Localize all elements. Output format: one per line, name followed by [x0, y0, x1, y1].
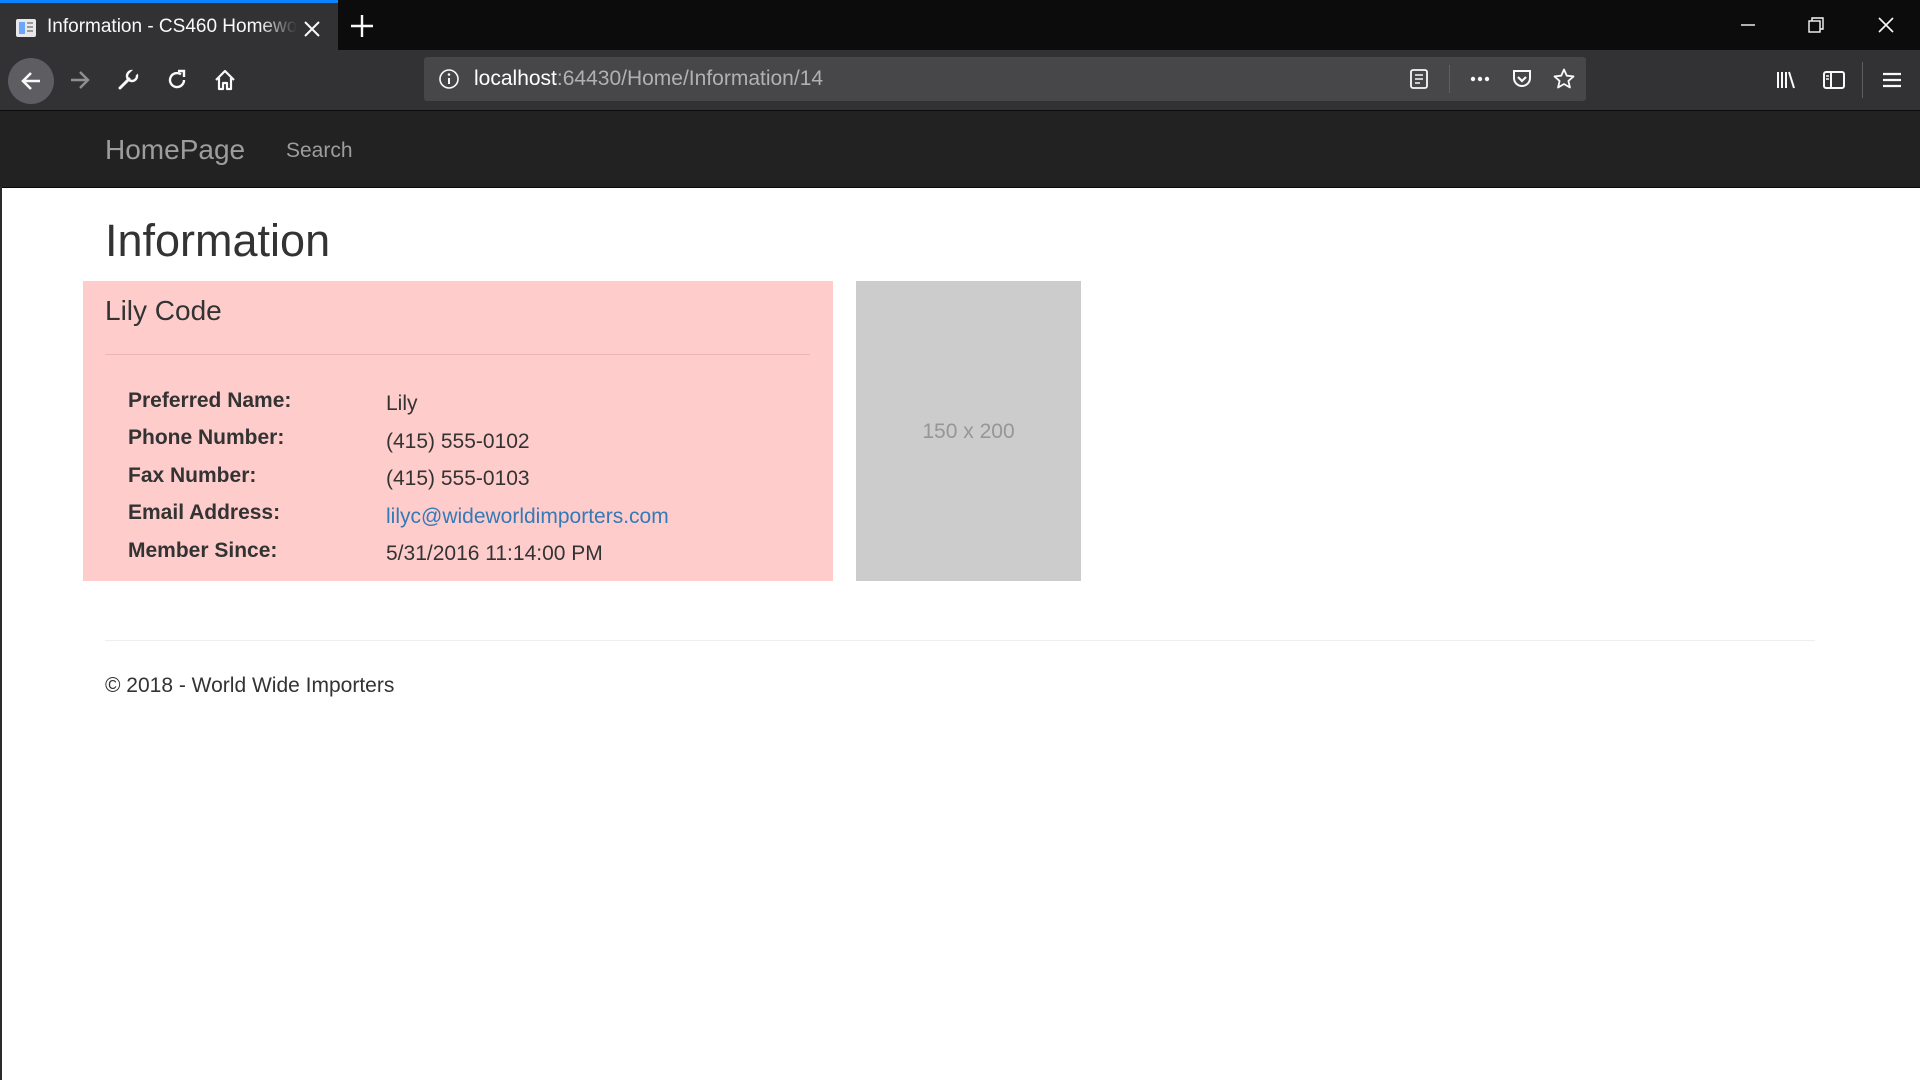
nav-link-search[interactable]: Search	[286, 138, 353, 164]
page-title: Information	[105, 215, 331, 266]
forward-arrow-icon[interactable]	[60, 60, 100, 100]
card-divider	[105, 354, 810, 355]
more-dots-icon[interactable]	[1468, 67, 1492, 91]
footer-copyright: © 2018 - World Wide Importers	[105, 674, 395, 697]
person-info-card: Lily Code Preferred Name: Lily Phone Num…	[83, 281, 833, 581]
library-icon[interactable]	[1766, 60, 1806, 100]
page-favicon-icon	[15, 17, 37, 39]
email-address-value: lilyc@wideworldimporters.com	[386, 504, 669, 530]
sidebar-icon[interactable]	[1814, 60, 1854, 100]
phone-number-label: Phone Number:	[128, 426, 285, 449]
brand-link[interactable]: HomePage	[105, 133, 245, 167]
browser-tab-strip: Information - CS460 Homework	[0, 0, 1920, 50]
email-address-label: Email Address:	[128, 501, 281, 524]
plus-icon[interactable]	[348, 12, 376, 40]
url-text[interactable]: localhost:64430/Home/Information/14	[474, 67, 823, 91]
star-icon[interactable]	[1552, 67, 1576, 91]
info-icon[interactable]	[438, 68, 460, 95]
placeholder-size-label: 150 x 200	[922, 420, 1015, 443]
reader-view-icon[interactable]	[1407, 67, 1431, 91]
footer-divider	[105, 640, 1815, 641]
preferred-name-label: Preferred Name:	[128, 389, 292, 412]
tab-title: Information - CS460 Homework	[47, 16, 297, 37]
fax-number-label: Fax Number:	[128, 464, 257, 487]
phone-number-value: (415) 555-0102	[386, 430, 530, 453]
window-left-edge	[0, 187, 2, 1080]
person-name: Lily Code	[105, 295, 222, 326]
browser-tab-active[interactable]: Information - CS460 Homework	[0, 0, 338, 50]
member-since-value: 5/31/2016 11:14:00 PM	[386, 542, 603, 565]
url-host: localhost	[474, 67, 557, 90]
site-navbar: HomePage Search	[0, 111, 1920, 188]
hamburger-menu-icon[interactable]	[1872, 60, 1912, 100]
back-arrow-icon[interactable]	[8, 58, 54, 104]
restore-icon[interactable]	[1782, 0, 1850, 50]
address-bar-divider	[1449, 65, 1450, 93]
minimize-icon[interactable]	[1714, 0, 1782, 50]
address-bar[interactable]: localhost:64430/Home/Information/14	[424, 57, 1586, 101]
wrench-icon[interactable]	[108, 60, 148, 100]
preferred-name-value: Lily	[386, 392, 418, 415]
member-since-label: Member Since:	[128, 539, 278, 562]
browser-toolbar: localhost:64430/Home/Information/14	[0, 50, 1920, 111]
url-path: :64430/Home/Information/14	[556, 67, 824, 90]
close-tab-icon[interactable]	[300, 17, 324, 41]
pocket-icon[interactable]	[1510, 67, 1534, 91]
email-link[interactable]: lilyc@wideworldimporters.com	[386, 505, 669, 528]
reload-icon[interactable]	[157, 60, 197, 100]
profile-photo-placeholder: 150 x 200	[856, 281, 1081, 581]
home-icon[interactable]	[205, 60, 245, 100]
toolbar-divider	[1862, 62, 1863, 98]
close-window-icon[interactable]	[1852, 0, 1920, 50]
fax-number-value: (415) 555-0103	[386, 467, 530, 490]
